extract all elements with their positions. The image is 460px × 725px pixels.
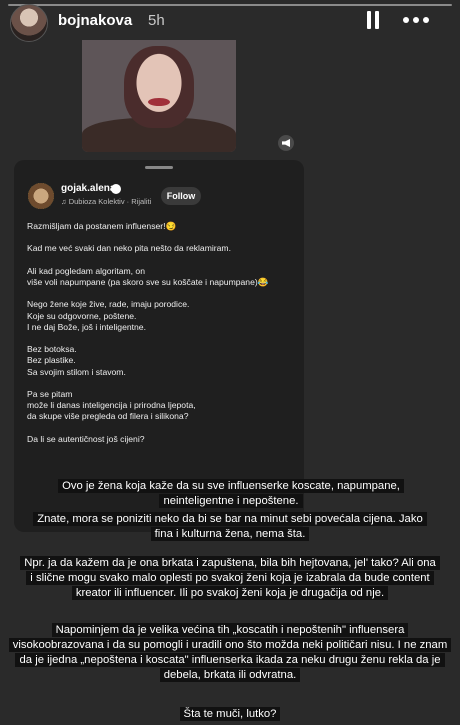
- post-paragraph: Pa se pitam može li danas inteligencija …: [27, 388, 196, 422]
- post-paragraph: Kad me već svaki dan neko pita nešto da …: [27, 243, 231, 254]
- post-music[interactable]: ♫ Dubioza Kolektiv · Rijaliti: [61, 197, 151, 206]
- drag-handle: [145, 166, 173, 169]
- story-header: bojnakova 5h: [0, 0, 460, 44]
- story-caption: Ovo je žena koja kaže da su sve influens…: [26, 479, 436, 509]
- post-paragraph: Da li se autentičnost još cijeni?: [27, 433, 145, 444]
- verified-icon: [111, 184, 121, 194]
- post-paragraph: Nego žene koje žive, rade, imaju porodic…: [27, 299, 190, 332]
- post-paragraph: Bez botoksa. Bez plastike. Sa svojim sti…: [27, 344, 126, 377]
- story-caption: Napominjem da je velika većina tih „kosc…: [8, 623, 452, 683]
- post-text: Razmišljam da postanem influenser!😏 Kad …: [27, 221, 287, 456]
- more-icon[interactable]: [403, 11, 431, 29]
- username[interactable]: bojnakova: [58, 12, 132, 29]
- story-caption: Znate, mora se poniziti neko da bi se ba…: [30, 512, 430, 542]
- pause-icon[interactable]: [366, 11, 380, 29]
- story-caption: Npr. ja da kažem da je ona brkata i zapu…: [20, 556, 440, 601]
- post-avatar[interactable]: [28, 183, 54, 209]
- post-paragraph: Razmišljam da postanem influenser!😏: [27, 221, 177, 231]
- story-caption: Šta te muči, lutko?: [160, 707, 300, 722]
- post-username[interactable]: gojak.alena: [61, 183, 115, 194]
- post-paragraph: Ali kad pogledam algoritam, on više voli…: [27, 265, 269, 287]
- post-time: 5h: [148, 12, 165, 29]
- avatar[interactable]: [10, 4, 48, 42]
- follow-button[interactable]: Follow: [161, 187, 201, 205]
- sound-icon[interactable]: [278, 135, 294, 151]
- video-thumbnail: [82, 40, 236, 152]
